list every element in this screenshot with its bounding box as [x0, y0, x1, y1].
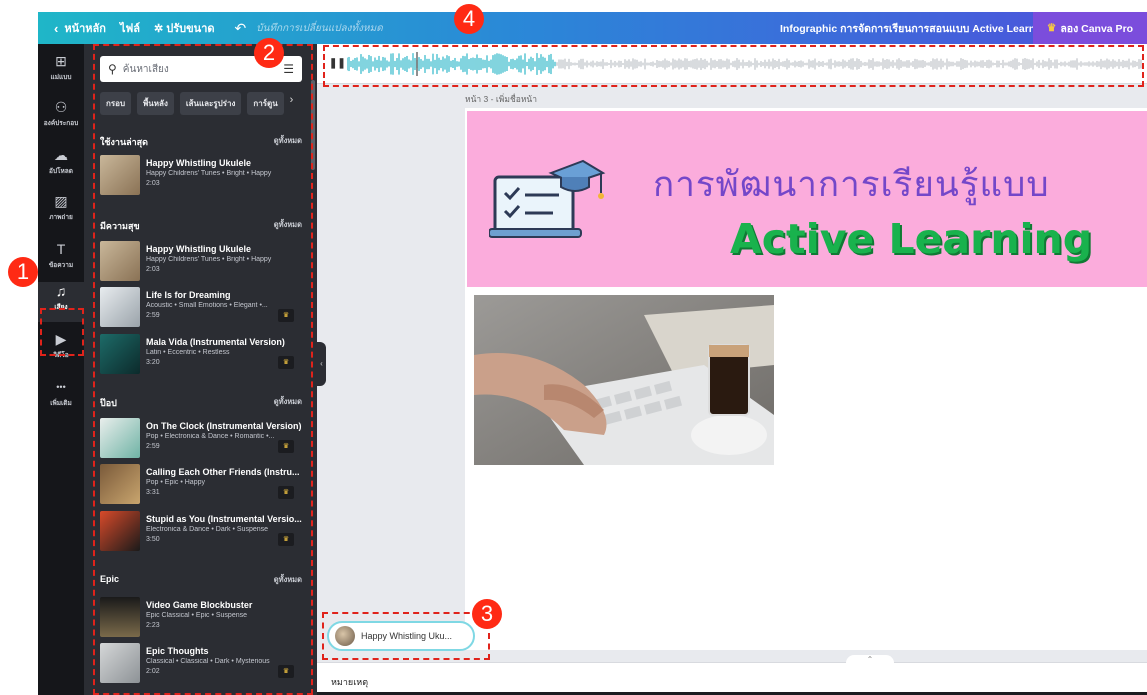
rail-label: องค์ประกอบ [43, 120, 79, 127]
back-home-button[interactable]: ‹ หน้าหลัก [54, 19, 106, 37]
page-label[interactable]: หน้า 3 - เพิ่มชื่อหน้า [465, 92, 537, 106]
rail-item-templates[interactable]: ⊞ แม่แบบ [38, 52, 84, 92]
notes-button[interactable]: หมายเหตุ [331, 675, 368, 689]
autosave-status: บันทึกการเปลี่ยนแปลงทั้งหมด [256, 22, 383, 34]
title-banner[interactable]: การพัฒนาการเรียนรู้แบบ Active Learning [467, 111, 1147, 287]
home-label: หน้าหลัก [64, 23, 106, 35]
resize-button[interactable]: ✲ ปรับขนาด [154, 19, 215, 37]
keyboard-coffee-image [474, 295, 774, 465]
annotation-badge-1: 1 [8, 257, 38, 287]
photo-icon: ▨ [54, 193, 68, 209]
rail-label: เพิ่มเติม [50, 400, 72, 407]
rail-item-text[interactable]: T ข้อความ [38, 240, 84, 280]
annotation-box-2 [93, 44, 313, 695]
annotation-badge-2: 2 [254, 38, 284, 68]
keyboard-coffee-photo[interactable] [474, 295, 774, 465]
rail-label: ภาพถ่าย [49, 214, 73, 221]
rail-item-photos[interactable]: ▨ ภาพถ่าย [38, 192, 84, 232]
rail-label: แม่แบบ [50, 74, 72, 81]
pro-button-label: ลอง Canva Pro [1060, 22, 1134, 35]
rail-label: ข้อความ [48, 262, 74, 269]
annotation-box-4 [323, 45, 1144, 87]
top-bar: ‹ หน้าหลัก ไฟล์ ✲ ปรับขนาด ↶ บันทึกการเป… [38, 12, 1147, 44]
chevron-left-icon: ‹ [54, 20, 59, 36]
notes-bar: หมายเหตุ [317, 662, 1147, 695]
annotation-box-3 [322, 612, 490, 660]
text-icon: T [56, 241, 66, 257]
template-icon: ⊞ [55, 53, 67, 69]
e-learning-icon [489, 159, 606, 238]
canva-editor: ‹ หน้าหลัก ไฟล์ ✲ ปรับขนาด ↶ บันทึกการเป… [0, 0, 1147, 695]
left-tool-rail: ⊞ แม่แบบ ⚇ องค์ประกอบ ☁ อัปโหลด ▨ ภาพถ่า… [38, 44, 84, 695]
annotation-badge-4: 4 [454, 4, 484, 34]
undo-icon[interactable]: ↶ [235, 20, 247, 37]
rail-label: อัปโหลด [48, 168, 73, 175]
elements-icon: ⚇ [54, 99, 68, 115]
rail-item-more[interactable]: ••• เพิ่มเติม [38, 378, 84, 418]
more-icon: ••• [56, 382, 66, 392]
file-menu-button[interactable]: ไฟล์ [120, 19, 140, 37]
crown-icon: ♛ [1046, 22, 1057, 34]
try-canva-pro-button[interactable]: ♛ ลอง Canva Pro [1033, 12, 1147, 44]
document-title[interactable]: Infographic การจัดการเรียนการสอนแบบ Acti… [780, 20, 1051, 37]
annotation-badge-3: 3 [472, 599, 502, 629]
banner-english-title: Active Learning [730, 215, 1093, 263]
rail-item-elements[interactable]: ⚇ องค์ประกอบ [38, 98, 84, 138]
chevron-up-icon[interactable]: ⌃ [846, 655, 894, 665]
upload-icon: ☁ [54, 147, 68, 163]
rail-item-uploads[interactable]: ☁ อัปโหลด [38, 146, 84, 186]
music-icon: ♫ [55, 283, 67, 299]
collapse-panel-handle[interactable]: ‹ [317, 342, 326, 386]
annotation-box-1 [40, 308, 84, 356]
banner-thai-title: การพัฒนาการเรียนรู้แบบ [653, 165, 1050, 205]
